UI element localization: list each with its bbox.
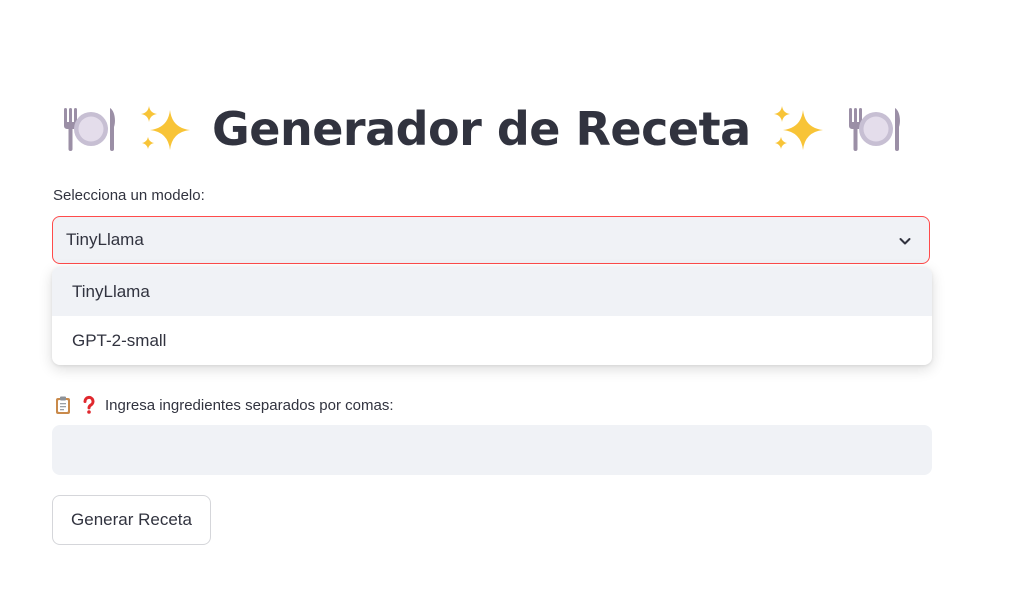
sparkles-icon <box>769 104 827 154</box>
model-select[interactable]: TinyLlama <box>52 216 930 264</box>
page-title-text: Generador de Receta <box>212 102 751 156</box>
model-select-label: Selecciona un modelo: <box>53 187 205 204</box>
generate-recipe-button[interactable]: Generar Receta <box>52 495 211 545</box>
fork-knife-plate-icon <box>845 104 903 154</box>
model-option-gpt2-small[interactable]: GPT-2-small <box>52 316 932 365</box>
fork-knife-plate-icon <box>60 104 118 154</box>
clipboard-icon <box>53 395 73 415</box>
app-page: Generador de Receta Selecciona un modelo… <box>0 0 1012 610</box>
model-select-value: TinyLlama <box>66 230 144 249</box>
ingredients-label-text: Ingresa ingredientes separados por comas… <box>105 396 394 414</box>
model-dropdown-menu: TinyLlama GPT-2-small <box>52 267 932 365</box>
question-mark-icon <box>79 395 99 415</box>
ingredients-label: Ingresa ingredientes separados por comas… <box>53 395 394 415</box>
model-option-tinyllama[interactable]: TinyLlama <box>52 267 932 316</box>
sparkles-icon <box>136 104 194 154</box>
chevron-down-icon[interactable] <box>897 233 913 249</box>
page-title: Generador de Receta <box>60 98 903 160</box>
ingredients-input[interactable] <box>52 425 932 475</box>
